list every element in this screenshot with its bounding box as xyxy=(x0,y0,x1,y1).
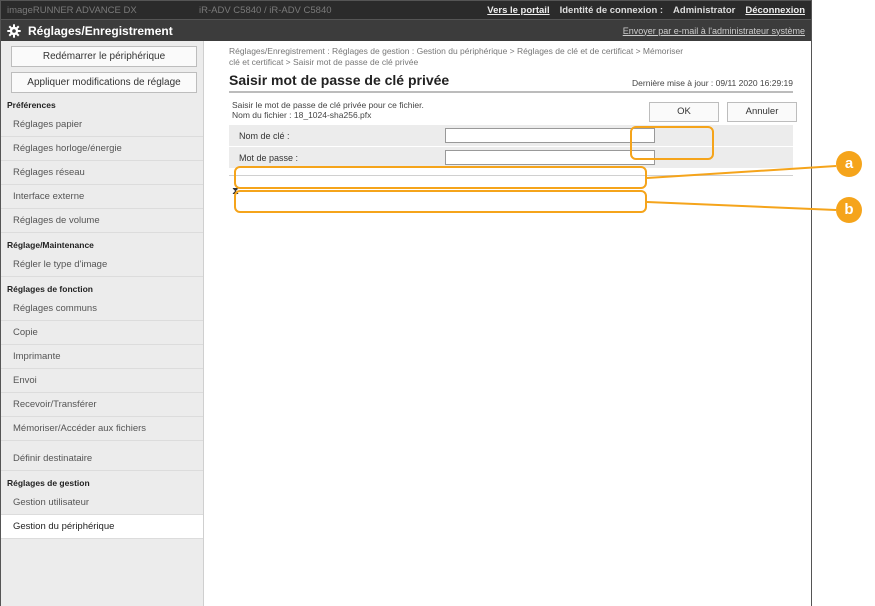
callout-leader-lines xyxy=(646,165,837,211)
callout-a-marker: a xyxy=(836,151,862,177)
callout-b-marker: b xyxy=(836,197,862,223)
